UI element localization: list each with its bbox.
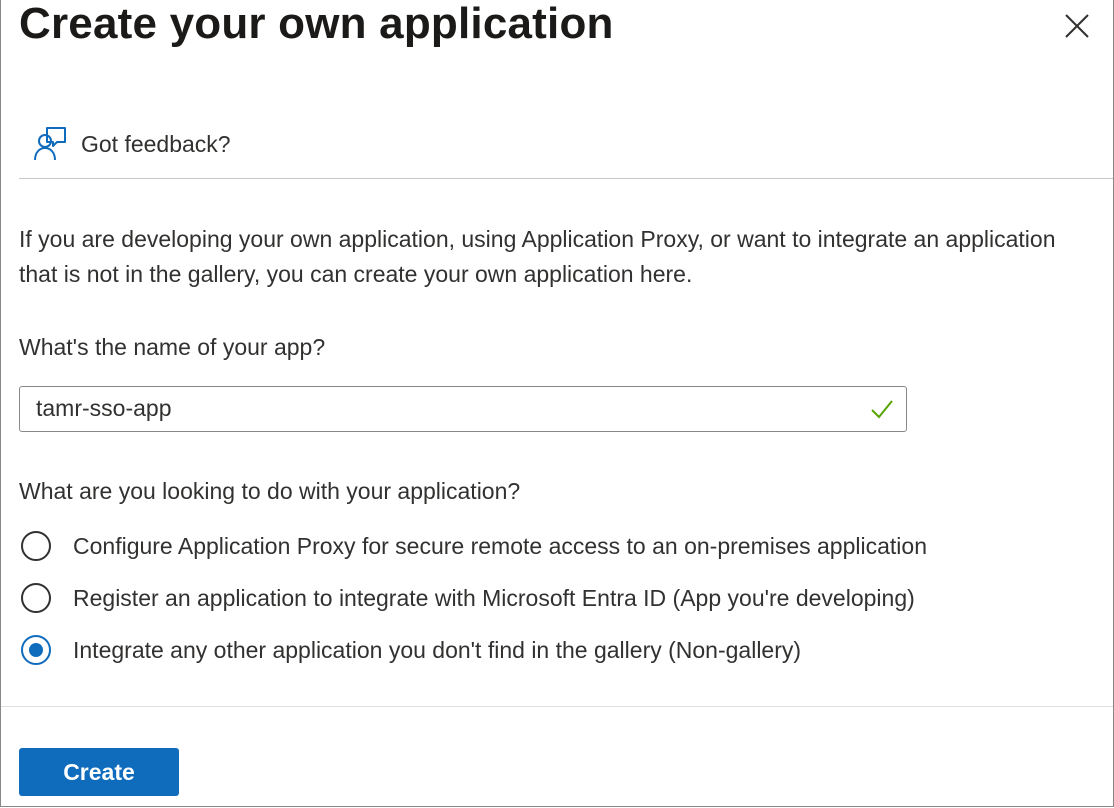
feedback-link[interactable]: Got feedback?: [33, 124, 231, 164]
create-application-panel: Create your own application Got feedback…: [0, 0, 1114, 807]
app-name-input[interactable]: [36, 387, 836, 430]
page-title: Create your own application: [19, 0, 614, 48]
close-button[interactable]: [1059, 8, 1095, 44]
radio-selected-dot: [29, 643, 43, 657]
radio-button-selected[interactable]: [21, 635, 51, 665]
close-icon: [1065, 14, 1089, 38]
feedback-person-icon: [34, 127, 66, 161]
app-name-field[interactable]: [19, 386, 907, 432]
radio-option-non-gallery[interactable]: Integrate any other application you don'…: [21, 630, 801, 670]
radio-label: Integrate any other application you don'…: [73, 636, 802, 663]
feedback-label: Got feedback?: [81, 130, 231, 157]
app-name-label: What's the name of your app?: [19, 334, 326, 360]
radio-button[interactable]: [21, 583, 51, 613]
footer-divider: [1, 706, 1113, 707]
create-button[interactable]: Create: [19, 748, 179, 796]
radio-option-app-proxy[interactable]: Configure Application Proxy for secure r…: [21, 526, 927, 566]
header-divider: [19, 178, 1113, 179]
radio-option-register-app[interactable]: Register an application to integrate wit…: [21, 578, 915, 618]
radio-button[interactable]: [21, 531, 51, 561]
purpose-label: What are you looking to do with your app…: [19, 478, 521, 504]
radio-label: Configure Application Proxy for secure r…: [73, 532, 927, 559]
radio-label: Register an application to integrate wit…: [73, 584, 915, 611]
description-text: If you are developing your own applicati…: [19, 226, 1056, 287]
checkmark-icon: [871, 400, 893, 419]
